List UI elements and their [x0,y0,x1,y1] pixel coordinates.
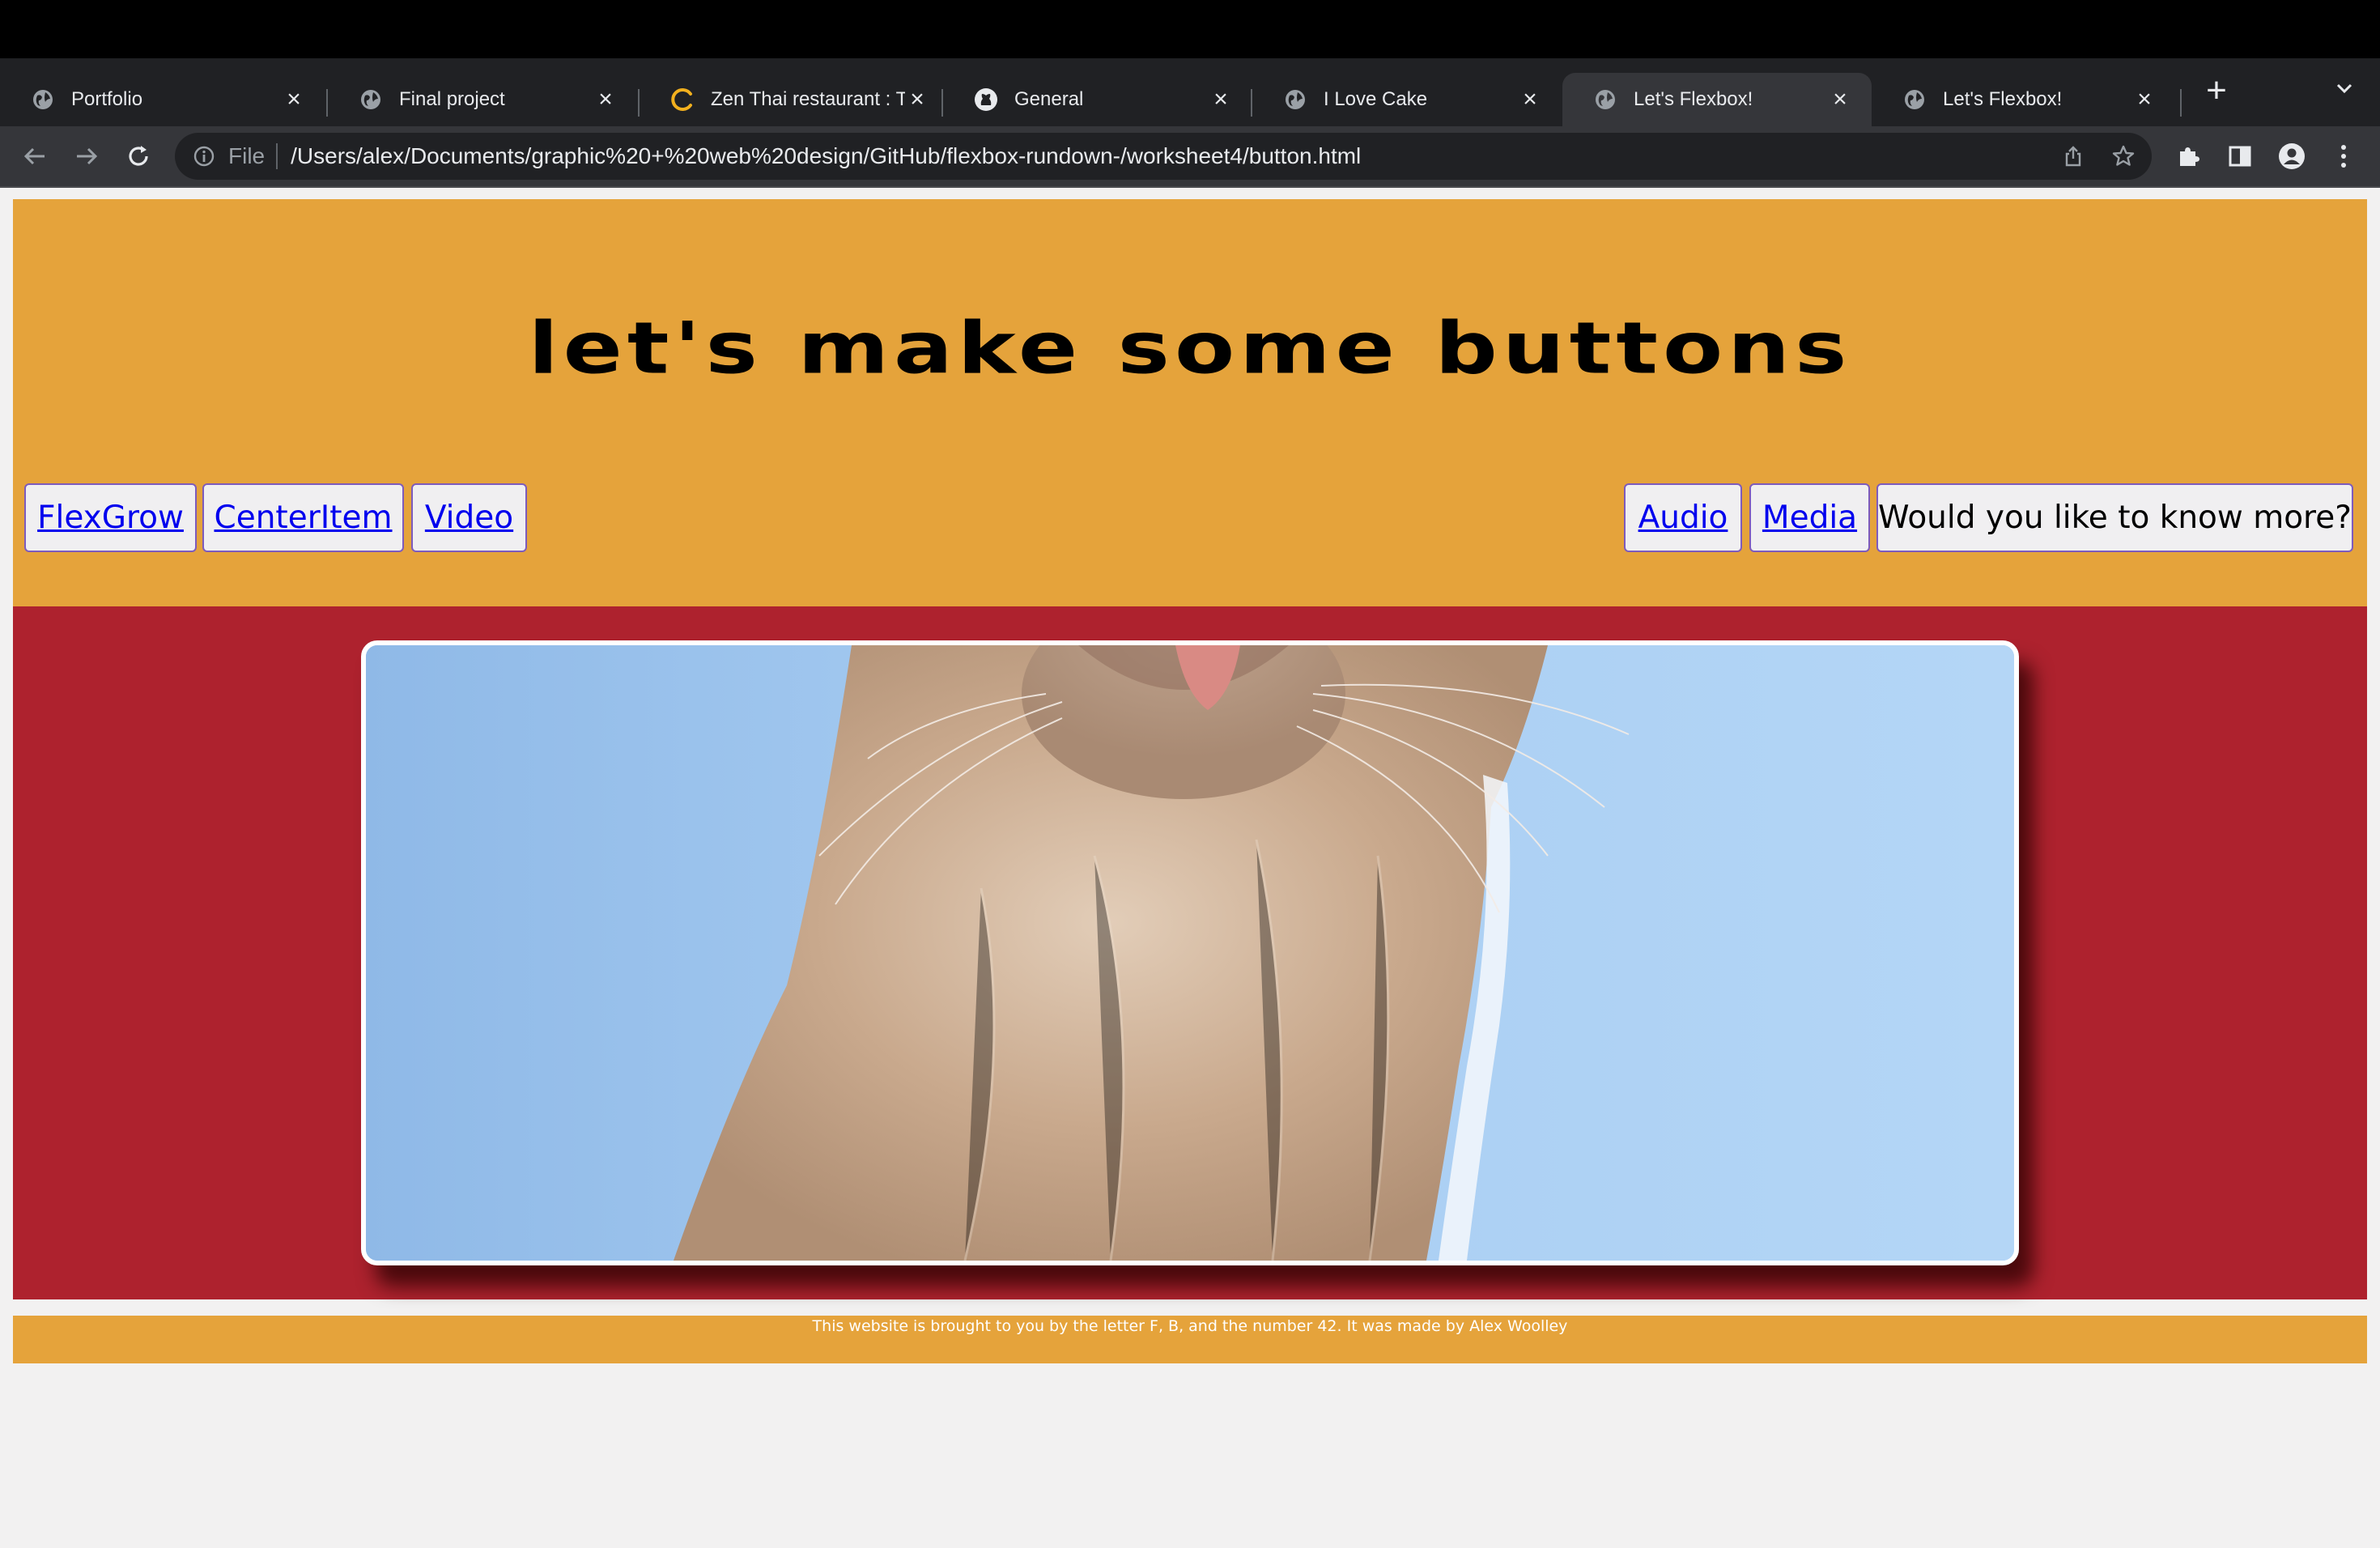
github-icon [974,87,998,112]
tab-divider [2180,89,2182,117]
system-top-bar [0,0,2380,58]
more-menu-icon[interactable] [2325,138,2362,175]
flexgrow-button[interactable]: FlexGrow [24,483,197,552]
scheme-label: File [228,143,266,168]
tab-zen-thai[interactable]: Zen Thai restaurant : T × [640,73,949,126]
tab-title: Let's Flexbox! [1634,88,1753,110]
address-bar[interactable]: File /Users/alex/Documents/graphic%20+%2… [175,133,2152,180]
extensions-puzzle-icon[interactable] [2170,138,2207,175]
address-divider [276,143,278,169]
back-arrow-icon[interactable] [15,136,55,176]
tab-lets-flexbox-active[interactable]: Let's Flexbox! × [1562,73,1872,126]
globe-icon [31,87,55,112]
new-tab-plus-icon[interactable]: + [2200,73,2233,108]
tab-title: Let's Flexbox! [1943,88,2063,110]
profile-avatar-icon[interactable] [2273,138,2310,175]
close-icon[interactable]: × [1828,87,1852,112]
globe-icon [359,87,383,112]
footer-text: This website is brought to you by the le… [812,1317,1568,1335]
page-footer: This website is brought to you by the le… [13,1316,2367,1363]
globe-icon [1283,87,1307,112]
side-panel-icon[interactable] [2221,138,2259,175]
tab-strip: Portfolio × Final project × Zen Thai res… [0,58,2380,126]
close-icon[interactable]: × [1209,87,1233,112]
close-icon[interactable]: × [593,87,618,112]
tab-search-chevron-icon[interactable] [2328,78,2361,110]
page-title: let's make some buttons [528,307,1852,390]
tab-title: Final project [399,88,505,110]
globe-icon [1902,87,1927,112]
tab-title: I Love Cake [1324,88,1428,110]
kitten-photo [361,640,2019,1265]
reload-icon[interactable] [118,136,159,176]
close-icon[interactable]: × [1518,87,1542,112]
globe-icon [1593,87,1617,112]
hero-section [13,606,2367,1299]
centeritem-button[interactable]: CenterItem [202,483,404,552]
url-text[interactable]: /Users/alex/Documents/graphic%20+%20web%… [291,143,1361,169]
forward-arrow-icon[interactable] [66,136,107,176]
video-button[interactable]: Video [411,483,527,552]
info-icon[interactable] [193,145,215,168]
close-icon[interactable]: × [2132,87,2157,112]
media-button[interactable]: Media [1749,483,1870,552]
loading-spinner-icon [670,87,695,112]
close-icon[interactable]: × [282,87,306,112]
tab-final-project[interactable]: Final project × [328,73,637,126]
page-header: let's make some buttons FlexGrow CenterI… [13,199,2367,606]
bookmark-star-icon[interactable] [2105,133,2142,180]
audio-button[interactable]: Audio [1624,483,1742,552]
close-icon[interactable]: × [905,87,929,112]
tab-portfolio[interactable]: Portfolio × [0,73,325,126]
tab-title: General [1014,88,1084,110]
share-icon[interactable] [2055,133,2092,180]
tab-i-love-cake[interactable]: I Love Cake × [1252,73,1562,126]
tab-title: Zen Thai restaurant : T [711,88,905,110]
know-more-button[interactable]: Would you like to know more? [1876,483,2353,552]
tab-title: Portfolio [71,88,143,110]
tab-lets-flexbox[interactable]: Let's Flexbox! × [1872,73,2176,126]
browser-toolbar: File /Users/alex/Documents/graphic%20+%2… [0,126,2380,188]
tab-general[interactable]: General × [943,73,1252,126]
